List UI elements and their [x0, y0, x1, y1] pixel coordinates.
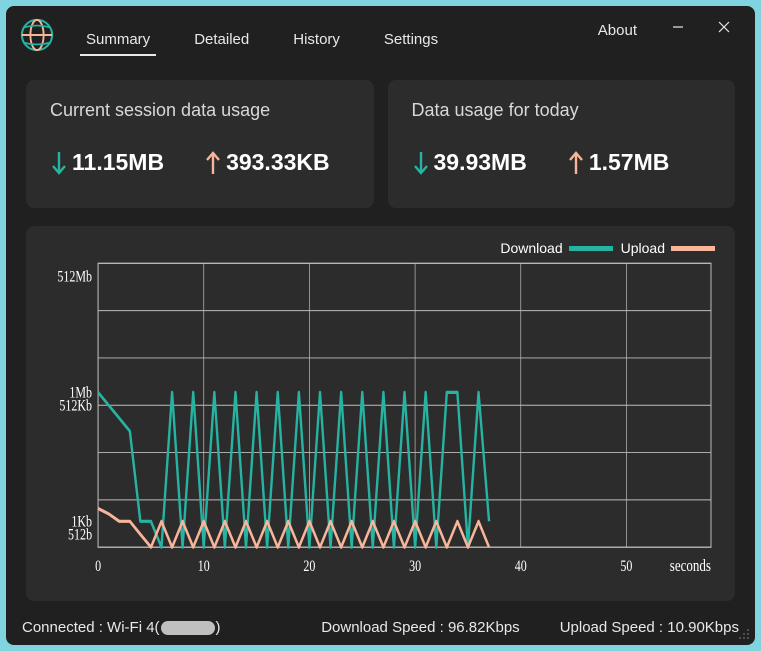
- app-window: Summary Detailed History Settings About …: [6, 6, 755, 645]
- today-upload-value: 1.57MB: [589, 149, 670, 176]
- upload-arrow-icon: [204, 150, 222, 176]
- svg-text:10: 10: [198, 558, 210, 576]
- download-speed-status: Download Speed : 96.82Kbps: [321, 619, 520, 636]
- tab-summary[interactable]: Summary: [64, 13, 172, 64]
- tab-detailed[interactable]: Detailed: [172, 13, 271, 64]
- svg-text:1Mb: 1Mb: [69, 384, 92, 402]
- tab-bar: Summary Detailed History Settings: [64, 6, 460, 64]
- legend-download: Download: [500, 240, 612, 256]
- svg-text:512Mb: 512Mb: [57, 268, 92, 286]
- download-arrow-icon: [50, 150, 68, 176]
- upload-arrow-icon: [567, 150, 585, 176]
- upload-swatch-icon: [671, 246, 715, 251]
- svg-text:0: 0: [95, 558, 101, 576]
- content-area: Current session data usage 11.15MB 393.3…: [6, 64, 755, 609]
- download-swatch-icon: [569, 246, 613, 251]
- today-download-value: 39.93MB: [434, 149, 527, 176]
- redacted-ssid: [161, 621, 215, 635]
- status-bar: Connected : Wi-Fi 4() Download Speed : 9…: [6, 609, 755, 645]
- tab-settings[interactable]: Settings: [362, 13, 460, 64]
- minimize-button[interactable]: [655, 10, 701, 44]
- chart-plot-area: 512b1Kb512Kb1Mb512Mb01020304050seconds: [40, 258, 721, 587]
- svg-text:20: 20: [303, 558, 315, 576]
- connection-status: Connected : Wi-Fi 4(): [22, 619, 221, 636]
- session-download-value: 11.15MB: [72, 149, 164, 176]
- today-usage-card: Data usage for today 39.93MB 1.57MB: [388, 80, 736, 208]
- tab-history[interactable]: History: [271, 13, 362, 64]
- cards-row: Current session data usage 11.15MB 393.3…: [26, 80, 735, 208]
- about-link[interactable]: About: [584, 14, 651, 47]
- card-title: Current session data usage: [50, 100, 350, 121]
- legend-upload: Upload: [621, 240, 715, 256]
- legend-upload-label: Upload: [621, 240, 665, 256]
- today-download-metric: 39.93MB: [412, 149, 527, 176]
- download-arrow-icon: [412, 150, 430, 176]
- chart-card: Download Upload 512b1Kb512Kb1Mb512Mb0102…: [26, 226, 735, 601]
- svg-text:1Kb: 1Kb: [71, 513, 92, 531]
- app-logo-icon: [20, 18, 54, 52]
- session-usage-card: Current session data usage 11.15MB 393.3…: [26, 80, 374, 208]
- titlebar: Summary Detailed History Settings About: [6, 6, 755, 64]
- svg-text:30: 30: [409, 558, 421, 576]
- resize-grip-icon[interactable]: [737, 627, 751, 641]
- legend-download-label: Download: [500, 240, 562, 256]
- svg-text:40: 40: [515, 558, 527, 576]
- session-upload-value: 393.33KB: [226, 149, 330, 176]
- today-upload-metric: 1.57MB: [567, 149, 670, 176]
- chart-legend: Download Upload: [40, 240, 721, 256]
- session-upload-metric: 393.33KB: [204, 149, 330, 176]
- session-download-metric: 11.15MB: [50, 149, 164, 176]
- window-controls: [655, 10, 747, 44]
- card-title: Data usage for today: [412, 100, 712, 121]
- svg-text:seconds: seconds: [670, 556, 711, 575]
- close-button[interactable]: [701, 10, 747, 44]
- upload-speed-status: Upload Speed : 10.90Kbps: [560, 619, 739, 636]
- svg-text:50: 50: [620, 558, 632, 576]
